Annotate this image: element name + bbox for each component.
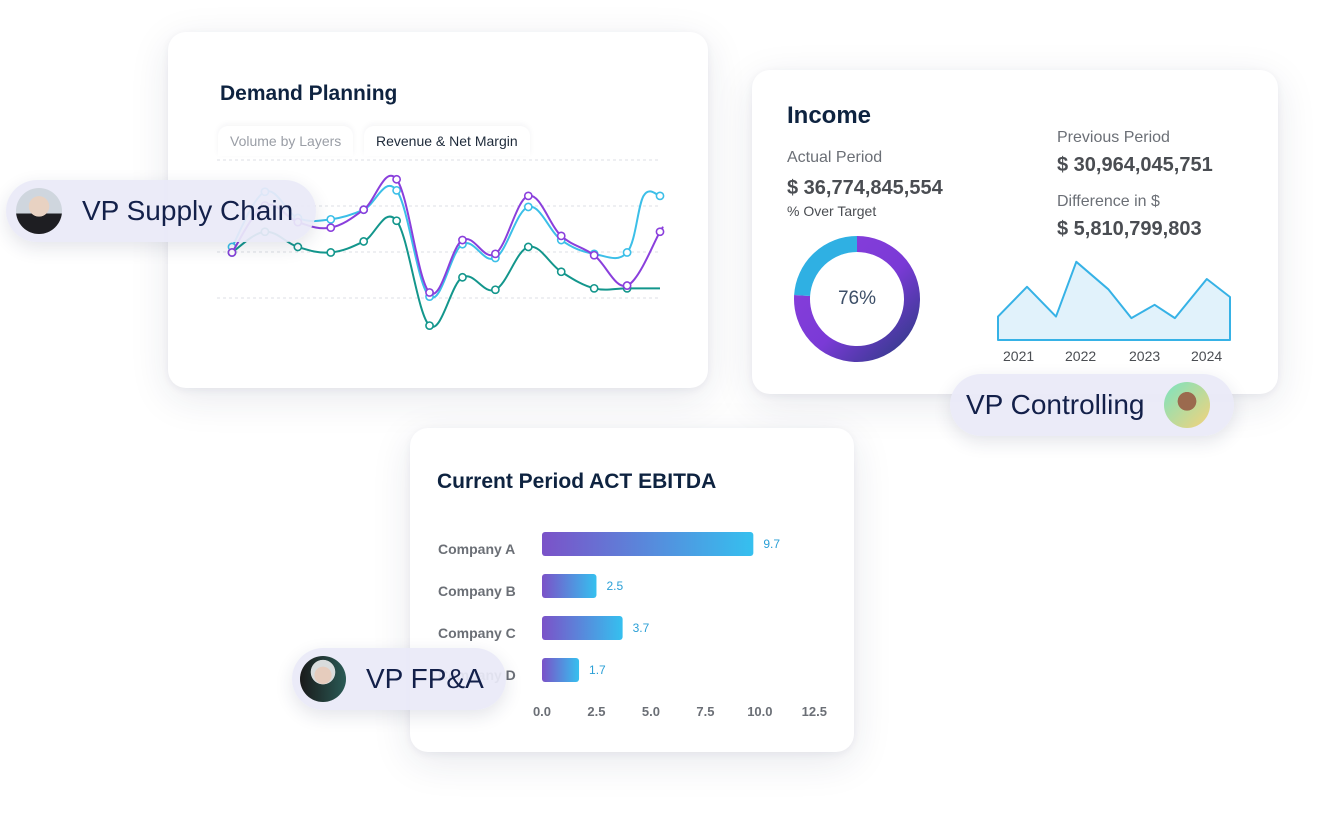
- data-point-teal: [458, 272, 467, 282]
- data-point-teal: [392, 216, 402, 226]
- bar-value-label: 9.7: [763, 537, 780, 551]
- persona-label: VP Supply Chain: [82, 195, 294, 226]
- data-point-purple: [326, 223, 336, 233]
- x-tick-label: 12.5: [802, 704, 827, 719]
- data-point-purple: [227, 248, 237, 257]
- persona-label: VP FP&A: [366, 663, 484, 694]
- data-point-purple: [523, 191, 533, 201]
- actual-period-label: Actual Period: [787, 149, 883, 166]
- bar-value-label: 2.5: [606, 579, 623, 593]
- data-point-teal: [326, 248, 336, 257]
- data-point-purple: [392, 174, 402, 184]
- income-card: Income Actual Period $ 36,774,845,554 % …: [752, 70, 1278, 394]
- data-point-teal: [425, 321, 434, 330]
- x-tick-label: 0.0: [533, 704, 551, 719]
- data-point-purple: [359, 205, 369, 215]
- over-target-label: % Over Target: [787, 203, 877, 219]
- avatar: [1164, 382, 1211, 428]
- bar-value-label: 3.7: [633, 621, 650, 635]
- persona-vp-controlling: VP Controlling: [950, 374, 1234, 436]
- avatar: [300, 656, 346, 702]
- data-point-teal: [556, 267, 566, 277]
- data-point-purple: [655, 227, 665, 237]
- x-tick-label: 2024: [1191, 348, 1223, 364]
- data-point-cyan: [392, 185, 402, 195]
- persona-vp-fpa: VP FP&A: [292, 648, 506, 710]
- bar: [542, 616, 623, 640]
- persona-vp-supply-chain: VP Supply Chain: [6, 180, 316, 242]
- x-tick-label: 2022: [1065, 348, 1097, 364]
- data-point-teal: [523, 242, 533, 252]
- data-point-purple: [589, 250, 599, 260]
- y-tick-label: Company C: [438, 625, 516, 641]
- data-point-cyan: [622, 248, 632, 257]
- data-point-teal: [490, 285, 500, 295]
- x-tick-label: 2.5: [587, 704, 605, 719]
- bar-value-label: 1.7: [589, 663, 606, 677]
- data-point-cyan: [523, 202, 533, 212]
- difference-value: $ 5,810,799,803: [1057, 218, 1202, 240]
- income-title: Income: [787, 102, 872, 129]
- bar: [542, 574, 597, 598]
- y-tick-label: Company B: [438, 583, 516, 599]
- data-point-teal: [359, 237, 369, 246]
- x-tick-label: 7.5: [696, 704, 714, 719]
- x-tick-label: 2021: [1003, 348, 1035, 364]
- area-series: [997, 260, 1231, 341]
- previous-period-label: Previous Period: [1057, 129, 1170, 146]
- x-tick-label: 10.0: [747, 704, 772, 719]
- data-point-teal: [293, 242, 303, 252]
- data-point-purple: [458, 235, 467, 245]
- income-area-chart: [997, 260, 1231, 341]
- previous-period-value: $ 30,964,045,751: [1057, 154, 1213, 176]
- data-point-cyan: [326, 214, 336, 224]
- bar: [542, 658, 580, 682]
- donut-center-label: 76%: [837, 288, 877, 309]
- data-point-cyan: [655, 191, 665, 201]
- persona-label: VP Controlling: [966, 389, 1145, 420]
- y-tick-label: Company A: [438, 541, 515, 557]
- data-point-teal: [589, 283, 599, 293]
- difference-label: Difference in $: [1057, 193, 1160, 210]
- data-point-purple: [556, 231, 566, 241]
- data-point-purple: [425, 288, 434, 297]
- data-point-purple: [490, 249, 500, 259]
- x-tick-label: 2023: [1129, 348, 1161, 364]
- x-tick-label: 5.0: [642, 704, 660, 719]
- actual-period-value: $ 36,774,845,554: [787, 177, 943, 199]
- avatar: [16, 188, 62, 234]
- data-point-purple: [622, 281, 632, 290]
- bar: [542, 532, 754, 556]
